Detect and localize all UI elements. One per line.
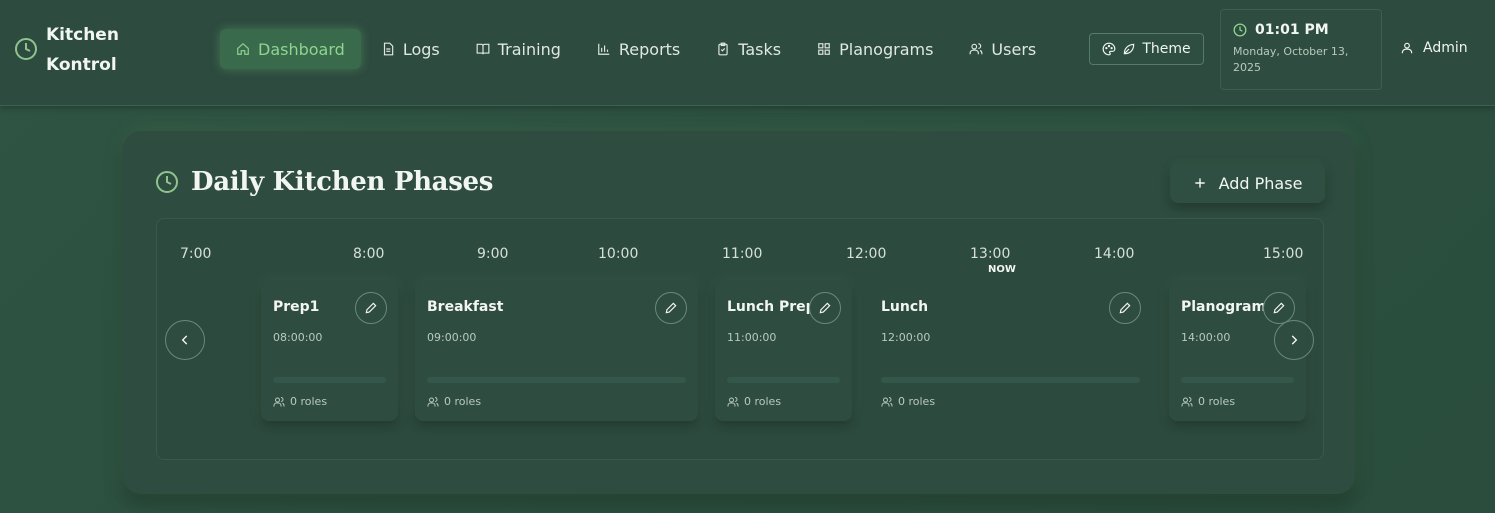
phase-roles-count: 0 roles	[1198, 395, 1236, 408]
home-icon	[237, 42, 249, 55]
nav-item-users[interactable]: Users	[953, 29, 1052, 69]
nav-item-tasks[interactable]: Tasks	[700, 29, 797, 69]
page-title-text: Daily Kitchen Phases	[191, 167, 494, 197]
time-tick: 14:00	[1094, 246, 1135, 262]
nav-item-label: Dashboard	[258, 39, 345, 59]
main-nav: Dashboard Logs Training Reports Tasks Pl…	[220, 29, 1056, 69]
brand[interactable]: Kitchen Kontrol	[14, 20, 156, 80]
nav-item-label: Tasks	[738, 39, 782, 59]
users-icon	[881, 396, 893, 406]
phase-roles: 0 roles	[1181, 395, 1235, 408]
phase-progress-track	[881, 377, 1140, 383]
phase-name: Lunch	[881, 299, 929, 315]
phase-progress-track	[427, 377, 686, 383]
user-label: Admin	[1423, 40, 1468, 56]
phase-roles: 0 roles	[881, 395, 935, 408]
clock-panel: 01:01 PM Monday, October 13, 2025	[1220, 9, 1382, 90]
palette-icon	[1102, 42, 1116, 56]
phase-card[interactable]: Lunch Prep 11:00:00 0 roles	[715, 281, 852, 421]
edit-phase-button[interactable]	[1109, 292, 1141, 324]
top-navigation-bar: Kitchen Kontrol Dashboard Logs Training …	[0, 0, 1495, 106]
clock-icon	[1233, 23, 1247, 37]
users-icon	[727, 396, 739, 406]
phase-progress-track	[1181, 377, 1294, 383]
nav-item-label: Planograms	[839, 39, 934, 59]
user-icon	[1401, 42, 1413, 54]
grid-icon	[818, 43, 830, 55]
phase-roles-count: 0 roles	[290, 395, 328, 408]
users-icon	[427, 396, 439, 406]
daily-phases-card: Daily Kitchen Phases Add Phase 7:00 8:00…	[123, 131, 1355, 494]
chevron-left-icon	[181, 335, 188, 345]
time-tick: 7:00	[180, 246, 212, 262]
phase-roles: 0 roles	[427, 395, 481, 408]
phase-name: Breakfast	[427, 299, 504, 315]
nav-item-logs[interactable]: Logs	[365, 29, 456, 69]
book-icon	[476, 43, 490, 55]
users-icon	[970, 43, 983, 55]
phase-roles-count: 0 roles	[898, 395, 936, 408]
pencil-icon	[665, 302, 677, 314]
edit-phase-button[interactable]	[355, 292, 387, 324]
now-marker: NOW	[988, 264, 1016, 275]
scroll-left-button[interactable]	[165, 320, 205, 360]
nav-item-dashboard[interactable]: Dashboard	[220, 29, 361, 69]
add-phase-button[interactable]: Add Phase	[1170, 163, 1325, 203]
add-phase-label: Add Phase	[1218, 173, 1303, 193]
pencil-icon	[819, 302, 831, 314]
nav-item-training[interactable]: Training	[460, 29, 577, 69]
theme-label: Theme	[1142, 41, 1191, 57]
phase-roles-count: 0 roles	[444, 395, 482, 408]
nav-item-label: Logs	[402, 39, 440, 59]
nav-item-label: Reports	[618, 39, 681, 59]
phase-progress-track	[727, 377, 840, 383]
phase-card[interactable]: Prep1 08:00:00 0 roles	[261, 281, 398, 421]
phase-roles: 0 roles	[727, 395, 781, 408]
users-icon	[273, 396, 285, 406]
clock-icon	[15, 38, 37, 60]
phase-roles: 0 roles	[273, 395, 327, 408]
file-icon	[383, 42, 394, 56]
leaf-icon	[1124, 43, 1135, 55]
phase-start-time: 09:00:00	[427, 331, 477, 344]
edit-phase-button[interactable]	[655, 292, 687, 324]
phase-timeline[interactable]: 7:00 8:00 9:00 10:00 11:00 12:00 13:00 1…	[156, 218, 1324, 460]
clock-date: Monday, October 13, 2025	[1233, 45, 1349, 74]
nav-item-label: Training	[497, 39, 561, 59]
nav-item-label: Users	[991, 39, 1037, 59]
clock-icon	[156, 171, 178, 193]
time-tick: 10:00	[598, 246, 639, 262]
phase-card[interactable]: Breakfast 09:00:00 0 roles	[415, 281, 698, 421]
phase-start-time: 12:00:00	[881, 331, 931, 344]
time-tick: 8:00	[353, 246, 385, 262]
phase-roles-count: 0 roles	[744, 395, 782, 408]
page-title: Daily Kitchen Phases	[155, 167, 493, 197]
clipboard-icon	[718, 42, 728, 56]
bar-chart-icon	[598, 43, 610, 55]
phase-start-time: 11:00:00	[727, 331, 777, 344]
scroll-right-button[interactable]	[1274, 320, 1314, 360]
edit-phase-button[interactable]	[809, 292, 841, 324]
nav-item-planograms[interactable]: Planograms	[801, 29, 949, 69]
time-tick: 15:00	[1263, 246, 1304, 262]
pencil-icon	[1273, 302, 1285, 314]
chevron-right-icon	[1291, 335, 1298, 345]
clock-time: 01:01 PM	[1255, 22, 1329, 38]
users-icon	[1181, 396, 1193, 406]
phase-card-current[interactable]: Lunch 12:00:00 0 roles	[869, 281, 1152, 421]
phase-start-time: 08:00:00	[273, 331, 323, 344]
pencil-icon	[365, 302, 377, 314]
nav-item-reports[interactable]: Reports	[581, 29, 696, 69]
time-tick: 12:00	[846, 246, 887, 262]
time-tick: 11:00	[722, 246, 763, 262]
edit-phase-button[interactable]	[1263, 292, 1295, 324]
theme-button[interactable]: Theme	[1089, 33, 1204, 65]
user-menu[interactable]: Admin	[1400, 40, 1468, 56]
time-tick: 9:00	[477, 246, 509, 262]
plus-icon	[1194, 178, 1205, 188]
phase-progress-track	[273, 377, 386, 383]
time-tick: 13:00	[970, 246, 1011, 262]
brand-name: Kitchen Kontrol	[46, 25, 119, 75]
pencil-icon	[1119, 302, 1131, 314]
